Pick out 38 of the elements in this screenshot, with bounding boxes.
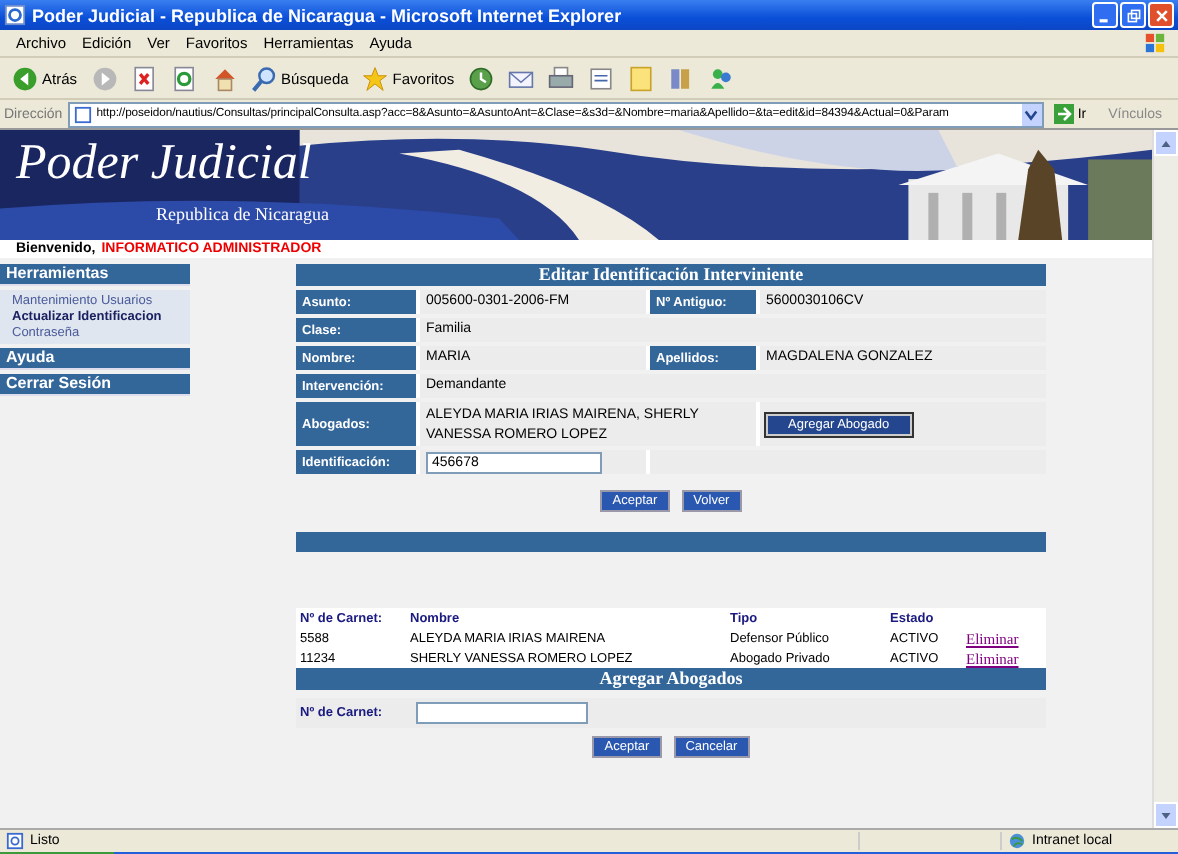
minimize-button[interactable] xyxy=(1092,2,1118,28)
page-icon xyxy=(6,832,24,850)
refresh-icon xyxy=(171,65,198,91)
page-icon xyxy=(74,105,93,123)
sidebar-section-header[interactable]: Ayuda xyxy=(0,348,190,370)
dropdown-button[interactable] xyxy=(1021,103,1042,125)
form-title-bar: Editar Identificación Interviniente xyxy=(296,264,1046,286)
down-arrow-icon xyxy=(1160,809,1172,821)
browser-icon xyxy=(4,4,26,26)
arrow-icon xyxy=(1053,104,1074,124)
add-section-title-bar: Agregar Abogados xyxy=(296,668,1046,690)
scroll-up-button[interactable] xyxy=(1154,130,1178,156)
maximize-button[interactable] xyxy=(1120,2,1146,28)
up-arrow-icon xyxy=(1160,137,1172,149)
home-icon xyxy=(211,65,238,91)
logo-subtitle: Republica de Nicaragua xyxy=(156,204,329,224)
globe-icon xyxy=(1008,832,1026,850)
scrollbar[interactable] xyxy=(1152,130,1178,828)
close-icon xyxy=(1153,7,1169,23)
caret-icon xyxy=(1024,107,1039,121)
note-icon xyxy=(628,65,655,91)
window-title: Poder Judicial - Republica de Nicaragua - Microsoft Internet Explorer xyxy=(32,5,624,25)
star-icon xyxy=(362,65,389,91)
windows-logo-icon xyxy=(1144,32,1166,54)
restore-icon xyxy=(1125,7,1141,23)
document-icon xyxy=(588,65,615,91)
logo-title: Poder Judicial xyxy=(16,136,312,192)
printer-icon xyxy=(548,65,575,91)
sidebar-section-header[interactable]: Cerrar Sesión xyxy=(0,374,190,396)
carnet-input[interactable] xyxy=(416,702,588,724)
books-icon xyxy=(668,65,695,91)
stop-icon xyxy=(131,65,158,91)
scroll-down-button[interactable] xyxy=(1154,802,1178,828)
sidebar-section-header[interactable]: Herramientas xyxy=(0,264,190,286)
close-button[interactable] xyxy=(1148,2,1174,28)
search-icon xyxy=(251,65,278,91)
people-icon xyxy=(708,65,735,91)
clock-icon xyxy=(468,65,495,91)
